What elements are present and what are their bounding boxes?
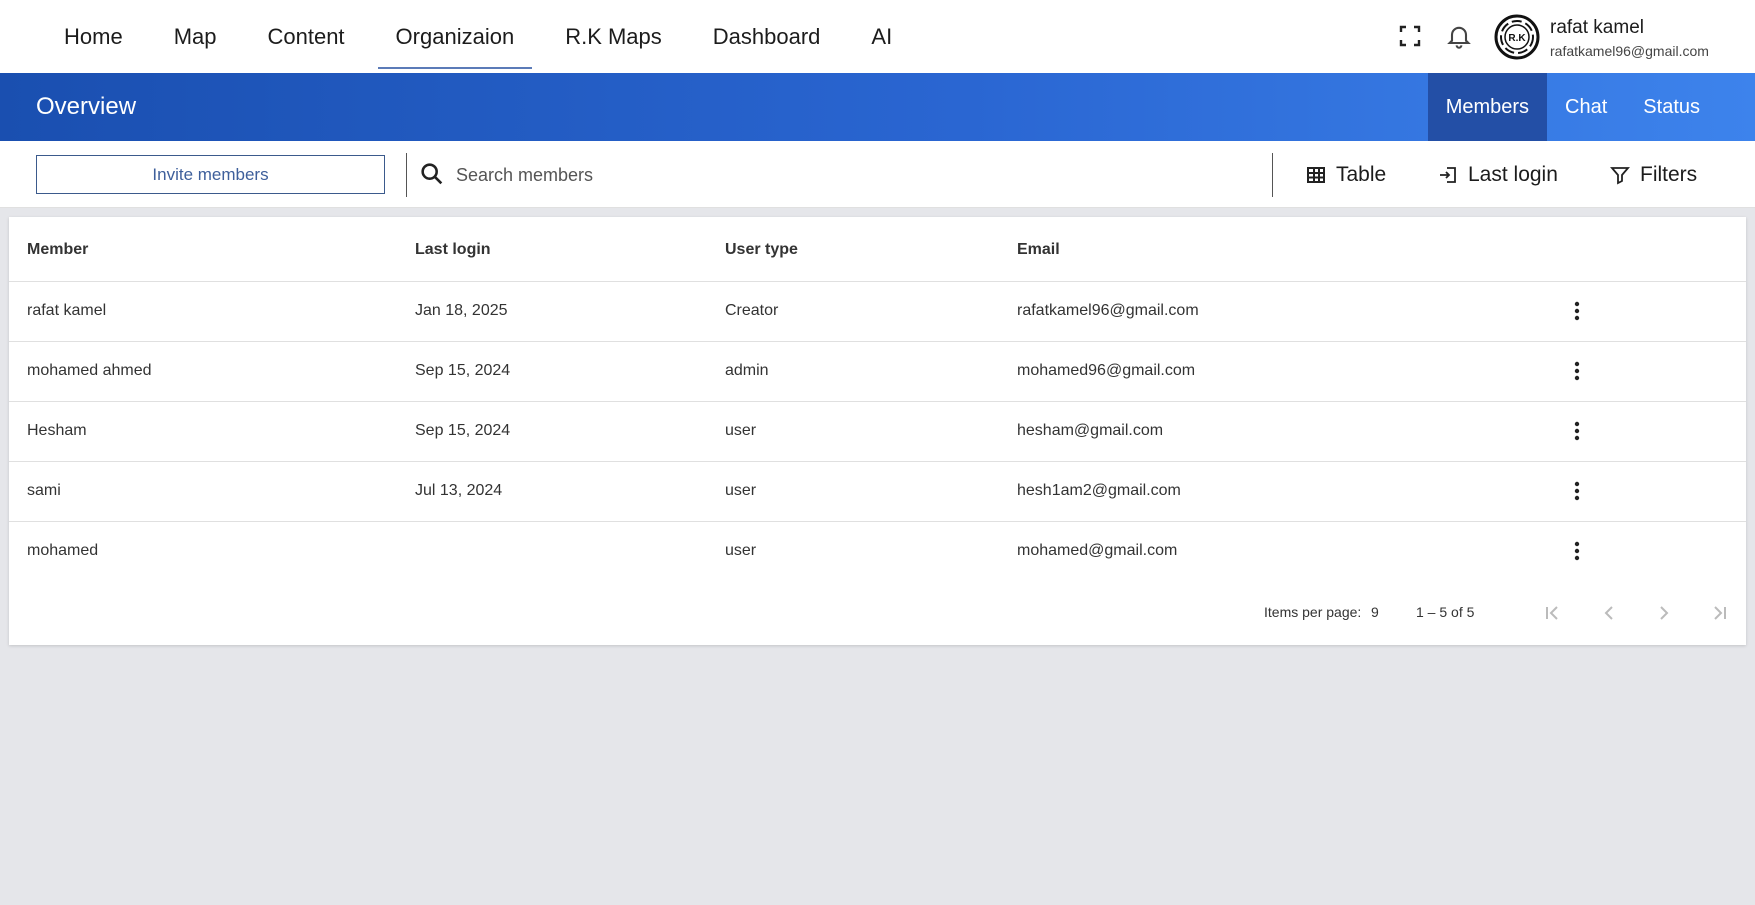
more-options-icon[interactable] xyxy=(1569,298,1585,324)
divider xyxy=(1272,153,1273,197)
next-page-icon[interactable] xyxy=(1652,601,1676,625)
search-icon xyxy=(418,160,446,188)
nav-organization[interactable]: Organizaion xyxy=(377,0,533,73)
more-options-icon[interactable] xyxy=(1569,418,1585,444)
user-type: user xyxy=(725,422,757,439)
user-email: rafatkamel96@gmail.com xyxy=(1550,43,1709,59)
column-header-member[interactable]: Member xyxy=(27,241,88,259)
more-options-icon[interactable] xyxy=(1569,538,1585,564)
member-name: mohamed xyxy=(27,542,99,559)
items-per-page-select[interactable]: 9 xyxy=(1371,604,1379,620)
user-type: user xyxy=(725,542,757,559)
table-row[interactable]: rafat kamel Jan 18, 2025 Creator rafatka… xyxy=(9,282,1746,342)
last-page-icon[interactable] xyxy=(1707,601,1731,625)
items-per-page-label: Items per page: xyxy=(1264,604,1362,620)
invite-members-button[interactable]: Invite members xyxy=(36,155,385,194)
members-toolbar: Invite members Table Last login Filters xyxy=(0,141,1755,208)
last-login-date: Sep 15, 2024 xyxy=(415,422,511,439)
nav-map[interactable]: Map xyxy=(156,0,235,73)
column-header-email[interactable]: Email xyxy=(1017,241,1060,259)
filters-label: Filters xyxy=(1640,163,1698,186)
last-login-date: Jan 18, 2025 xyxy=(415,302,508,319)
table-view-label: Table xyxy=(1336,163,1387,186)
user-type: admin xyxy=(725,362,769,379)
more-options-icon[interactable] xyxy=(1569,478,1585,504)
nav-ai[interactable]: AI xyxy=(853,0,910,73)
main-nav: Home Map Content Organizaion R.K Maps Da… xyxy=(46,0,925,73)
avatar[interactable]: R.K xyxy=(1494,14,1540,60)
login-icon xyxy=(1440,167,1456,183)
previous-page-icon[interactable] xyxy=(1597,601,1621,625)
members-table: Member Last login User type Email rafat … xyxy=(9,217,1746,645)
page-title: Overview xyxy=(36,93,137,120)
nav-dashboard[interactable]: Dashboard xyxy=(695,0,839,73)
tab-chat[interactable]: Chat xyxy=(1547,73,1625,141)
tab-members[interactable]: Members xyxy=(1427,73,1548,141)
svg-text:R.K: R.K xyxy=(1508,33,1526,44)
more-options-icon[interactable] xyxy=(1569,358,1585,384)
last-login-date: Jul 13, 2024 xyxy=(415,482,503,499)
last-login-sort-button[interactable]: Last login xyxy=(1438,153,1558,197)
page-range: 1 – 5 of 5 xyxy=(1416,604,1475,620)
table-icon xyxy=(1307,167,1325,183)
fullscreen-icon[interactable] xyxy=(1396,22,1424,50)
member-email: rafatkamel96@gmail.com xyxy=(1017,302,1199,319)
divider xyxy=(406,153,407,197)
bell-icon[interactable] xyxy=(1445,22,1473,50)
first-page-icon[interactable] xyxy=(1541,601,1565,625)
paginator: Items per page: 9 1 – 5 of 5 xyxy=(9,587,1746,637)
column-header-last-login[interactable]: Last login xyxy=(415,241,491,259)
user-name: rafat kamel xyxy=(1550,17,1644,38)
tab-status[interactable]: Status xyxy=(1625,73,1755,141)
nav-home[interactable]: Home xyxy=(46,0,141,73)
member-email: mohamed96@gmail.com xyxy=(1017,362,1196,379)
nav-content[interactable]: Content xyxy=(249,0,362,73)
member-name: mohamed ahmed xyxy=(27,362,152,379)
member-email: mohamed@gmail.com xyxy=(1017,542,1178,559)
last-login-label: Last login xyxy=(1468,163,1558,186)
user-type: Creator xyxy=(725,302,779,319)
member-email: hesham@gmail.com xyxy=(1017,422,1164,439)
table-header: Member Last login User type Email xyxy=(9,217,1746,282)
table-view-button[interactable]: Table xyxy=(1306,153,1386,197)
filters-button[interactable]: Filters xyxy=(1610,153,1697,197)
section-tabs: Members Chat Status xyxy=(1427,73,1755,141)
member-email: hesh1am2@gmail.com xyxy=(1017,482,1181,499)
member-name: rafat kamel xyxy=(27,302,107,319)
last-login-date: Sep 15, 2024 xyxy=(415,362,511,379)
member-name: sami xyxy=(27,482,61,499)
table-row[interactable]: sami Jul 13, 2024 user hesh1am2@gmail.co… xyxy=(9,462,1746,522)
top-navbar: Home Map Content Organizaion R.K Maps Da… xyxy=(0,0,1755,73)
member-name: Hesham xyxy=(27,422,87,439)
user-type: user xyxy=(725,482,757,499)
search-input[interactable] xyxy=(456,155,1256,195)
table-row[interactable]: mohamed ahmed Sep 15, 2024 admin mohamed… xyxy=(9,342,1746,402)
nav-rk-maps[interactable]: R.K Maps xyxy=(547,0,680,73)
overview-header: Overview Members Chat Status xyxy=(0,73,1755,141)
column-header-user-type[interactable]: User type xyxy=(725,241,798,259)
filter-icon xyxy=(1610,167,1630,185)
table-row[interactable]: mohamed user mohamed@gmail.com xyxy=(9,522,1746,582)
table-row[interactable]: Hesham Sep 15, 2024 user hesham@gmail.co… xyxy=(9,402,1746,462)
